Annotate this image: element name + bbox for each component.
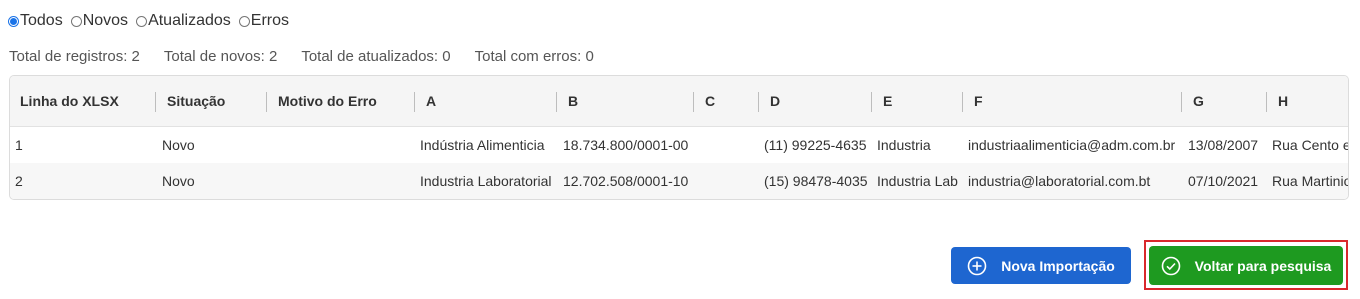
column-header-motivo[interactable]: Motivo do Erro [278, 76, 377, 126]
cell-e: Industria [877, 137, 931, 153]
column-header-situacao[interactable]: Situação [167, 76, 225, 126]
totals-summary: Total de registros: 2 Total de novos: 2 … [9, 48, 618, 65]
cell-f: industriaalimenticia@adm.com.br [968, 137, 1176, 153]
cell-d: (15) 98478-4035 [764, 173, 868, 189]
table-row[interactable]: 1 Novo Indústria Alimenticia 18.734.800/… [10, 127, 1348, 163]
column-header-c[interactable]: C [705, 76, 715, 126]
radio-novos[interactable]: Novos [70, 12, 129, 30]
plus-circle-icon [967, 256, 987, 275]
check-circle-icon [1161, 256, 1180, 275]
radio-novos-circle[interactable] [70, 15, 82, 27]
new-import-label: Nova Importação [1001, 257, 1115, 274]
column-separator[interactable] [962, 92, 963, 112]
back-to-search-label: Voltar para pesquisa [1194, 257, 1332, 274]
radio-atualizados[interactable]: Atualizados [136, 12, 231, 30]
radio-todos-label: Todos [20, 12, 63, 29]
cell-situacao: Novo [162, 137, 195, 153]
column-separator[interactable] [155, 92, 156, 112]
radio-todos-circle[interactable] [8, 15, 19, 27]
column-separator[interactable] [1266, 92, 1267, 112]
column-header-e[interactable]: E [883, 76, 892, 126]
table-header: Linha do XLSX Situação Motivo do Erro A … [10, 76, 1348, 127]
column-separator[interactable] [556, 92, 557, 112]
cell-d: (11) 99225-4635 [764, 137, 867, 153]
column-separator[interactable] [414, 92, 415, 112]
cell-g: 13/08/2007 [1188, 137, 1259, 153]
cell-linha: 1 [15, 137, 23, 153]
cell-h: Rua Martinio [1272, 173, 1349, 189]
total-erros: Total com erros: 0 [474, 48, 594, 65]
column-separator[interactable] [1181, 92, 1182, 112]
total-atualizados: Total de atualizados: 0 [301, 48, 451, 65]
column-separator[interactable] [758, 92, 759, 112]
column-header-g[interactable]: G [1193, 76, 1204, 126]
total-novos: Total de novos: 2 [163, 48, 278, 65]
import-results-table: Linha do XLSX Situação Motivo do Erro A … [9, 75, 1349, 200]
filter-radio-group: Todos Novos Atualizados Erros [8, 12, 297, 30]
cell-e: Industria Lab [877, 173, 958, 189]
total-registros: Total de registros: 2 [9, 48, 140, 65]
column-separator[interactable] [693, 92, 694, 112]
cell-a: Indústria Alimenticia [420, 137, 545, 153]
column-separator[interactable] [871, 92, 872, 112]
table-row[interactable]: 2 Novo Industria Laboratorial 12.702.508… [10, 163, 1348, 199]
radio-novos-label: Novos [82, 12, 129, 29]
column-separator[interactable] [266, 92, 267, 112]
radio-erros-circle[interactable] [238, 15, 250, 27]
cell-b: 18.734.800/0001-00 [563, 137, 689, 153]
radio-atualizados-circle[interactable] [136, 15, 148, 27]
cell-b: 12.702.508/0001-10 [563, 173, 689, 189]
back-to-search-button[interactable]: Voltar para pesquisa [1149, 246, 1343, 285]
column-header-h[interactable]: H [1278, 76, 1288, 126]
column-header-a[interactable]: A [426, 76, 436, 126]
cell-linha: 2 [15, 173, 23, 189]
cell-h: Rua Cento e [1272, 137, 1349, 153]
cell-f: industria@laboratorial.com.bt [968, 173, 1151, 189]
column-header-f[interactable]: F [974, 76, 983, 126]
radio-erros-label: Erros [250, 12, 290, 29]
column-header-d[interactable]: D [770, 76, 780, 126]
cell-a: Industria Laboratorial [420, 173, 552, 189]
cell-g: 07/10/2021 [1188, 173, 1259, 189]
new-import-button[interactable]: Nova Importação [951, 247, 1131, 284]
radio-erros[interactable]: Erros [238, 12, 290, 30]
radio-atualizados-label: Atualizados [148, 12, 231, 29]
cell-situacao: Novo [162, 173, 195, 189]
column-header-b[interactable]: B [568, 76, 578, 126]
radio-todos[interactable]: Todos [8, 12, 63, 30]
column-header-linha[interactable]: Linha do XLSX [20, 76, 119, 126]
